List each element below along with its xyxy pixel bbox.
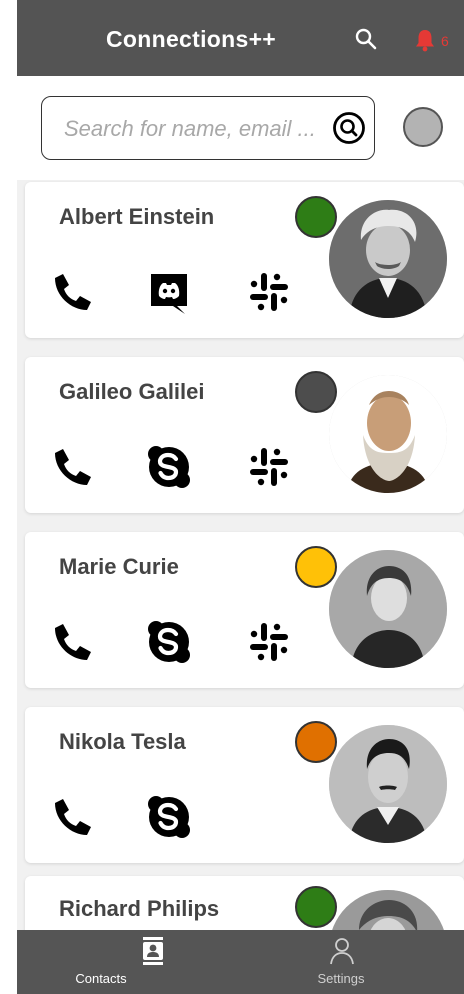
phone-icon[interactable] (49, 445, 93, 489)
slack-icon[interactable] (247, 445, 291, 489)
nav-settings-label: Settings (317, 971, 365, 986)
bell-icon[interactable] (414, 28, 436, 52)
contact-name: Richard Philips (59, 896, 220, 921)
my-status-indicator[interactable] (403, 107, 443, 147)
search-circle-icon[interactable] (332, 111, 366, 145)
discord-icon[interactable] (147, 270, 191, 314)
status-indicator (295, 886, 337, 928)
contact-card[interactable]: Nikola Tesla (25, 707, 464, 863)
bottom-nav: Contacts Settings (17, 930, 464, 994)
contact-name: Galileo Galilei (59, 379, 205, 404)
contact-card[interactable]: Marie Curie (25, 532, 464, 688)
status-indicator (295, 371, 337, 413)
slack-icon[interactable] (247, 270, 291, 314)
search-icon[interactable] (354, 27, 378, 51)
search-box (41, 96, 375, 160)
search-row (17, 76, 464, 180)
contact-card[interactable]: Galileo Galilei (25, 357, 464, 513)
app-header: Connections++ 6 (17, 0, 464, 76)
status-indicator (295, 721, 337, 763)
avatar (329, 200, 447, 318)
slack-icon[interactable] (247, 620, 291, 664)
status-indicator (295, 546, 337, 588)
nav-settings[interactable]: Settings (229, 930, 453, 994)
contact-name: Marie Curie (59, 554, 179, 579)
app-title: Connections++ (106, 26, 277, 52)
phone-icon[interactable] (49, 270, 93, 314)
user-icon (329, 937, 355, 965)
skype-icon[interactable] (147, 620, 191, 664)
avatar (329, 725, 447, 843)
nav-contacts-label: Contacts (75, 971, 127, 986)
notification-count-badge: 6 (441, 33, 449, 49)
contact-name: Nikola Tesla (59, 729, 186, 754)
contact-card[interactable]: Albert Einstein (25, 182, 464, 338)
app-screen: Connections++ 6 Search for name, email .… (17, 0, 464, 994)
contacts-icon (140, 937, 166, 965)
nav-contacts[interactable]: Contacts (17, 930, 241, 994)
avatar (329, 550, 447, 668)
contact-name: Albert Einstein (59, 204, 215, 229)
skype-icon[interactable] (147, 445, 191, 489)
skype-icon[interactable] (147, 795, 191, 839)
search-input[interactable] (62, 113, 328, 145)
avatar (329, 375, 447, 493)
status-indicator (295, 196, 337, 238)
phone-icon[interactable] (49, 795, 93, 839)
phone-icon[interactable] (49, 620, 93, 664)
